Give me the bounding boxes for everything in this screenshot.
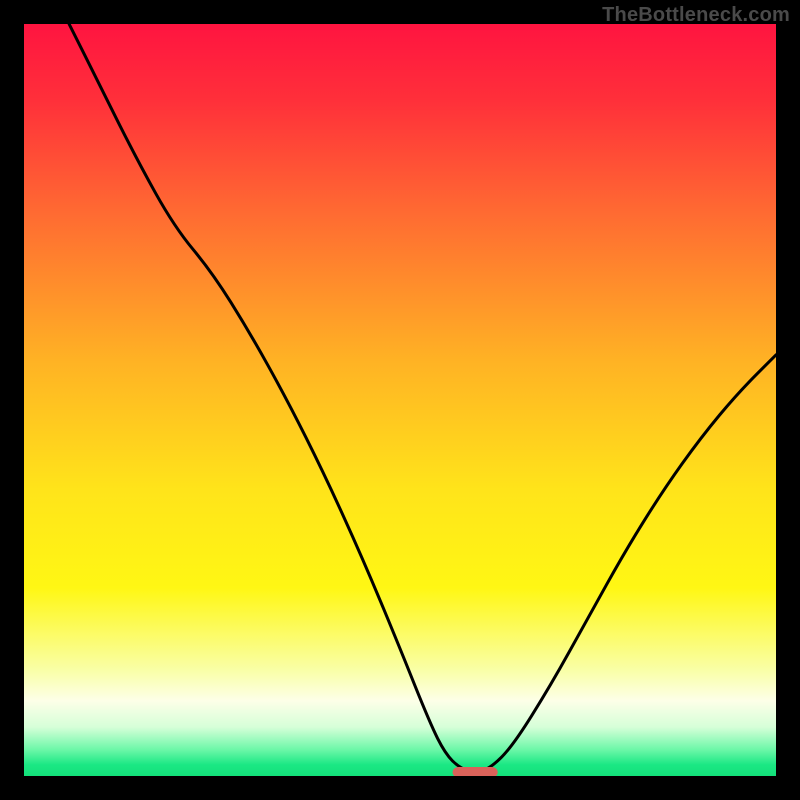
optimal-marker xyxy=(453,767,498,776)
chart-frame: TheBottleneck.com xyxy=(0,0,800,800)
plot-area xyxy=(24,24,776,776)
gradient-background xyxy=(24,24,776,776)
watermark-text: TheBottleneck.com xyxy=(602,4,790,27)
chart-svg xyxy=(24,24,776,776)
